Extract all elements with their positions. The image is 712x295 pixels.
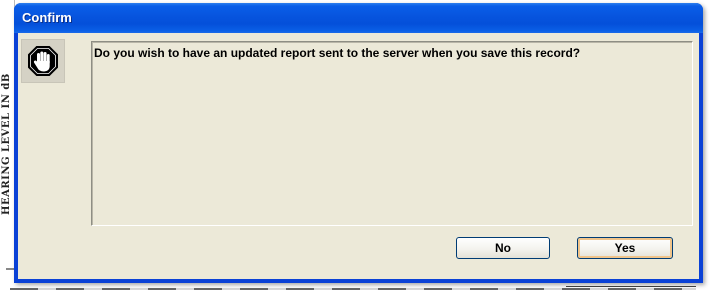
dialog-title: Confirm [22,10,72,25]
stop-hand-icon-graphic [28,46,58,76]
background-tick [6,268,14,270]
message-text: Do you wish to have an updated report se… [94,46,581,60]
confirm-dialog: Confirm Do you wish to have an updated r… [14,3,703,283]
no-button[interactable]: No [456,237,550,259]
yes-button[interactable]: Yes [577,237,673,259]
background-line [566,286,696,287]
screen: HEARING LEVEL IN dB Confirm Do you wish … [0,0,712,295]
message-box: Do you wish to have an updated report se… [91,41,693,226]
background-axis-label: HEARING LEVEL IN dB [1,73,12,215]
background-chart-edge: HEARING LEVEL IN dB [0,0,15,270]
dialog-body: Do you wish to have an updated report se… [18,33,699,279]
background-dashed-rule [10,288,696,290]
dialog-titlebar[interactable]: Confirm [14,3,703,33]
stop-hand-icon [21,39,65,83]
